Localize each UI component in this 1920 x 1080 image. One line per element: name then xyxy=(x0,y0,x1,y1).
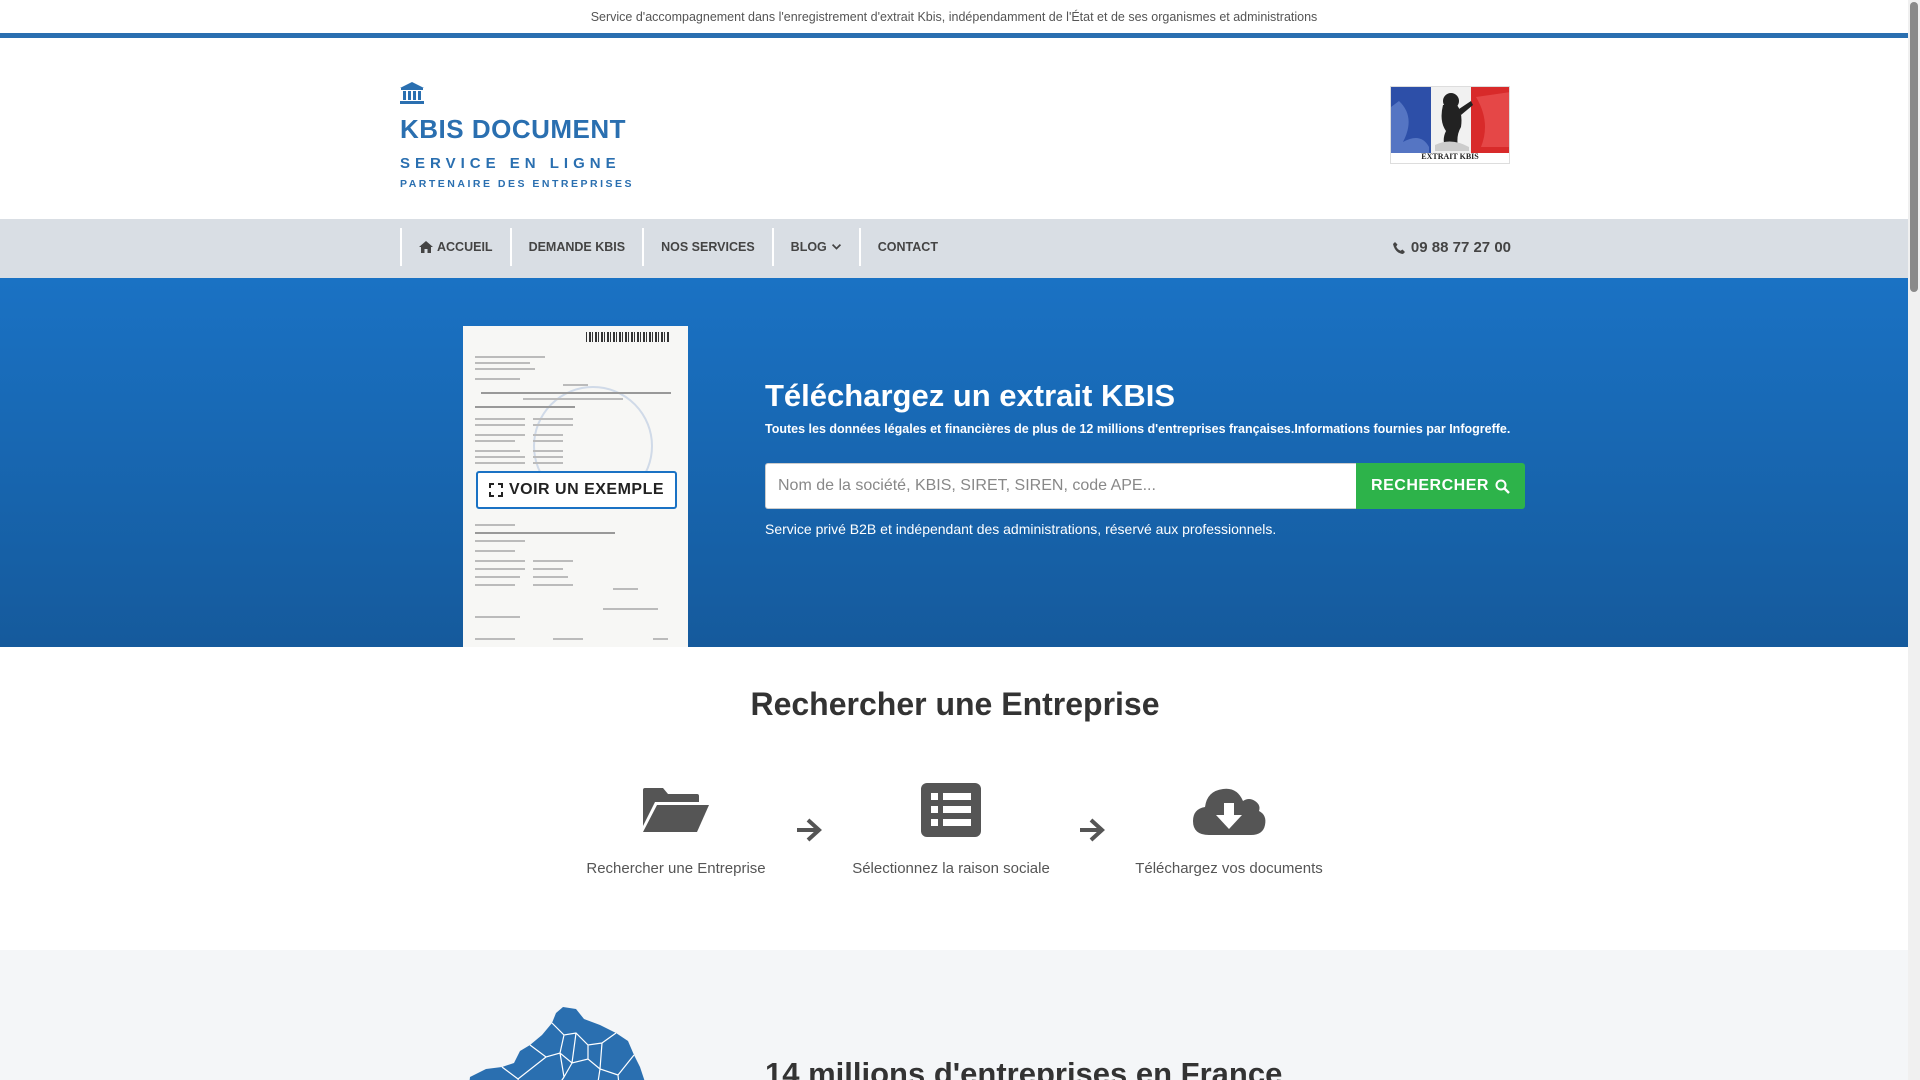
nav-item-accueil[interactable]: ACCUEIL xyxy=(400,228,510,266)
main-nav: ACCUEIL DEMANDE KBIS NOS SERVICES BLOG C… xyxy=(0,219,1908,278)
brand-subtitle: SERVICE EN LIGNE xyxy=(400,155,621,172)
folder-open-icon xyxy=(643,788,709,832)
hero-note: Service privé B2B et indépendant des adm… xyxy=(765,521,1277,537)
logo-caption: EXTRAIT KBIS xyxy=(1421,152,1479,161)
nav-item-demande-kbis[interactable]: DEMANDE KBIS xyxy=(509,228,643,266)
arrow-right-icon xyxy=(797,818,822,842)
voir-un-exemple-label: VOIR UN EXEMPLE xyxy=(508,481,665,498)
nav-label: BLOG xyxy=(790,240,827,254)
nav-label: ACCUEIL xyxy=(437,240,493,254)
voir-un-exemple-button[interactable]: VOIR UN EXEMPLE xyxy=(476,471,677,509)
search-button-label: RECHERCHER xyxy=(1371,477,1489,494)
france-map xyxy=(469,1007,645,1080)
nav-item-contact[interactable]: CONTACT xyxy=(858,228,955,266)
expand-icon xyxy=(488,483,503,497)
chevron-down-icon xyxy=(831,244,841,250)
steps-section: Rechercher une Entreprise Rechercher une… xyxy=(0,647,1908,950)
arrow-right-icon xyxy=(1080,818,1105,842)
steps-title: Rechercher une Entreprise xyxy=(750,686,1160,722)
search-icon xyxy=(1495,479,1510,494)
page-scrollbar[interactable] xyxy=(1908,0,1920,1080)
list-icon xyxy=(921,783,981,837)
brand-title: KBIS DOCUMENT xyxy=(400,114,627,144)
top-notice: Service d'accompagnement dans l'enregist… xyxy=(0,0,1908,38)
search-input[interactable] xyxy=(765,463,1356,509)
kbis-example-document[interactable]: VOIR UN EXEMPLE xyxy=(463,326,688,647)
step-label: Téléchargez vos documents xyxy=(1135,860,1323,877)
step-download: Téléchargez vos documents xyxy=(1129,782,1329,877)
search-button[interactable]: RECHERCHER xyxy=(1356,463,1525,509)
hero-title: Téléchargez un extrait KBIS xyxy=(765,378,1176,413)
step-label: Sélectionnez la raison sociale xyxy=(852,860,1050,877)
map-section: 14 millions d'entreprises en France xyxy=(0,950,1908,1080)
page: Service d'accompagnement dans l'enregist… xyxy=(0,0,1908,1080)
home-icon xyxy=(419,241,433,253)
nav-item-blog[interactable]: BLOG xyxy=(771,228,859,266)
barcode xyxy=(586,332,670,342)
bank-icon xyxy=(400,82,424,104)
nav-label: CONTACT xyxy=(877,240,938,254)
hero-lead: Toutes les données légales et financière… xyxy=(765,422,1511,436)
nav-item-nos-services[interactable]: NOS SERVICES xyxy=(642,228,772,266)
nav-label: DEMANDE KBIS xyxy=(528,240,626,254)
step-label: Rechercher une Entreprise xyxy=(586,860,766,877)
phone-number: 09 88 77 27 00 xyxy=(1410,239,1511,256)
map-section-title: 14 millions d'entreprises en France xyxy=(765,1056,1283,1080)
nav-label: NOS SERVICES xyxy=(661,240,755,254)
brand-tagline: PARTENAIRE DES ENTREPRISES xyxy=(400,178,634,190)
header: KBIS DOCUMENT SERVICE EN LIGNE PARTENAIR… xyxy=(0,38,1908,219)
phone-link[interactable]: 09 88 77 27 00 xyxy=(1392,239,1511,256)
hero: VOIR UN EXEMPLE Téléchargez un extrait K… xyxy=(0,278,1908,647)
phone-icon xyxy=(1392,241,1405,254)
brand[interactable]: KBIS DOCUMENT SERVICE EN LIGNE PARTENAIR… xyxy=(400,82,634,190)
scrollbar-thumb[interactable] xyxy=(1910,2,1918,292)
search-form: RECHERCHER xyxy=(765,463,1525,509)
step-select: Sélectionnez la raison sociale xyxy=(851,782,1051,877)
cloud-download-icon xyxy=(1193,788,1266,835)
extrait-kbis-logo: EXTRAIT KBIS xyxy=(1390,86,1510,164)
step-search: Rechercher une Entreprise xyxy=(576,782,776,877)
